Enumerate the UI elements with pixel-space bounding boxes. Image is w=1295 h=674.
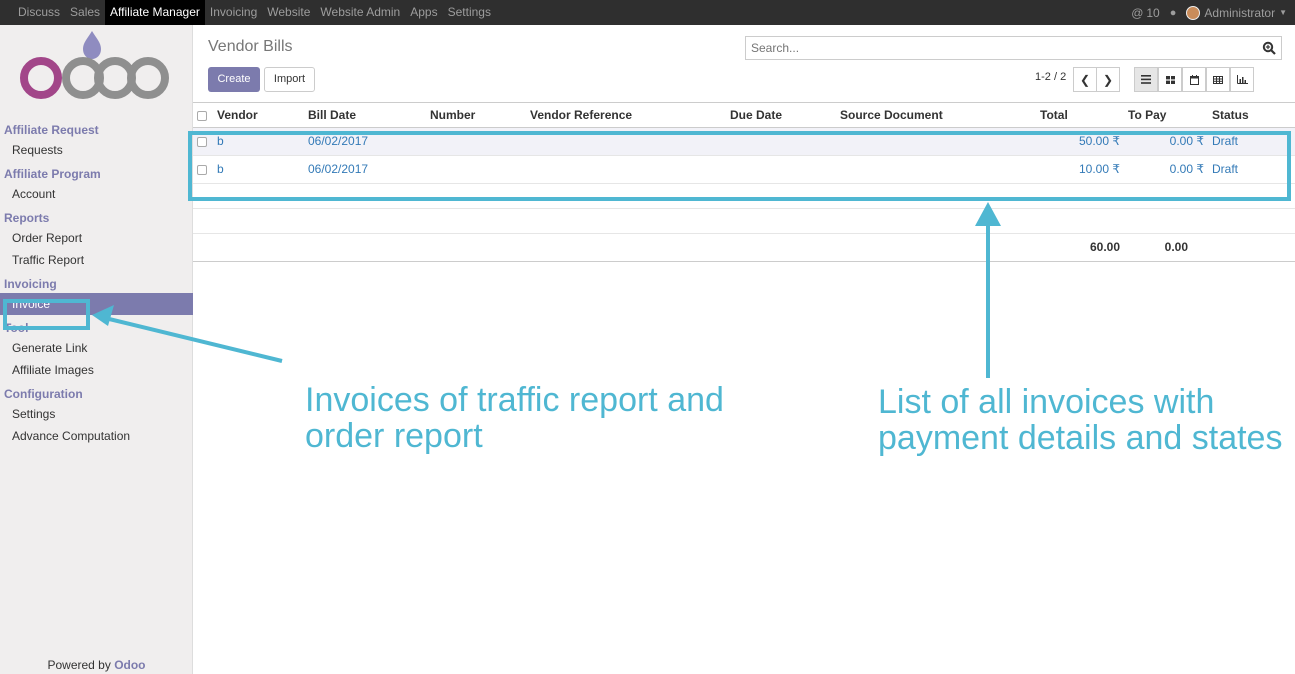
column-header-number[interactable]: Number: [426, 103, 526, 128]
activity-notifications[interactable]: @ 10: [1131, 6, 1160, 20]
menu-invoicing[interactable]: Invoicing: [205, 0, 262, 25]
kanban-view-button[interactable]: [1158, 67, 1182, 92]
column-header-to-pay[interactable]: To Pay: [1124, 103, 1208, 128]
sidebar-item-settings[interactable]: Settings: [0, 403, 193, 425]
search-icon[interactable]: [1262, 41, 1276, 55]
annotation-invoices-line2: order report: [305, 417, 483, 455]
sum-to-pay: 0.00: [1124, 233, 1208, 262]
section-invoicing: Invoicing: [4, 277, 57, 291]
column-header-vendor[interactable]: Vendor: [213, 103, 304, 128]
list-icon: [1141, 75, 1151, 84]
annotation-invoices-line1: Invoices of traffic report and: [305, 381, 724, 419]
section-affiliate-request: Affiliate Request: [4, 123, 99, 137]
column-header-total[interactable]: Total: [1036, 103, 1124, 128]
search-input[interactable]: [746, 37, 1246, 59]
annotation-list-note: List of all invoices with payment detail…: [878, 384, 1282, 456]
graph-view-button[interactable]: [1230, 67, 1254, 92]
column-header-bill-date[interactable]: Bill Date: [304, 103, 426, 128]
calendar-view-button[interactable]: [1182, 67, 1206, 92]
at-icon: @: [1131, 5, 1144, 20]
invoice-highlight-box: [3, 299, 90, 330]
sidebar-item-generate-link[interactable]: Generate Link: [0, 337, 193, 359]
column-header-vendor-reference[interactable]: Vendor Reference: [526, 103, 726, 128]
chevron-right-icon: ❯: [1102, 72, 1114, 87]
empty-row: [193, 208, 1295, 234]
annotation-list-line1: List of all invoices with: [878, 383, 1215, 421]
select-all-checkbox[interactable]: [197, 110, 207, 121]
menu-website[interactable]: Website: [262, 0, 315, 25]
pivot-view-button[interactable]: [1206, 67, 1230, 92]
table-header-row: Vendor Bill Date Number Vendor Reference…: [193, 103, 1295, 128]
menu-settings[interactable]: Settings: [443, 0, 496, 25]
powered-by-link[interactable]: Odoo: [114, 658, 145, 672]
table-icon: [1213, 75, 1223, 84]
chevron-left-icon: ❮: [1079, 72, 1091, 87]
caret-down-icon: ▼: [1279, 8, 1287, 17]
top-navbar: Discuss Sales Affiliate Manager Invoicin…: [0, 0, 1295, 25]
totals-row: 60.00 0.00: [193, 233, 1295, 262]
main-menu: Discuss Sales Affiliate Manager Invoicin…: [0, 0, 496, 25]
menu-apps[interactable]: Apps: [405, 0, 442, 25]
sidebar-item-order-report[interactable]: Order Report: [0, 227, 193, 249]
menu-discuss[interactable]: Discuss: [0, 0, 65, 25]
section-reports: Reports: [4, 211, 50, 225]
avatar: [1186, 5, 1201, 20]
notification-count: 10: [1146, 5, 1160, 20]
chat-icon[interactable]: ●: [1170, 7, 1177, 19]
section-affiliate-program: Affiliate Program: [4, 167, 101, 181]
sum-total: 60.00: [1036, 233, 1124, 262]
create-button[interactable]: Create: [208, 67, 260, 92]
select-all-cell: [193, 103, 213, 128]
pager-value[interactable]: 1-2 / 2: [1035, 71, 1066, 83]
totals-spacer: [193, 233, 1036, 262]
annotation-list-line2: payment details and states: [878, 419, 1283, 457]
user-menu[interactable]: Administrator ▼: [1186, 5, 1287, 20]
pager-next-button[interactable]: ❯: [1096, 67, 1120, 92]
section-configuration: Configuration: [4, 387, 83, 401]
calendar-icon: [1189, 74, 1199, 85]
list-view-button[interactable]: [1134, 67, 1158, 92]
odoo-logo: [20, 31, 169, 99]
column-header-due-date[interactable]: Due Date: [726, 103, 836, 128]
empty-cell: [193, 208, 1295, 234]
page-title: Vendor Bills: [208, 38, 293, 55]
sidebar-item-account[interactable]: Account: [0, 183, 193, 205]
menu-sales[interactable]: Sales: [65, 0, 105, 25]
powered-by: Powered by Odoo: [0, 658, 193, 672]
sidebar-item-advance-computation[interactable]: Advance Computation: [0, 425, 193, 447]
control-panel: Vendor Bills Create Import 1-2 / 2 ❮ ❯: [193, 25, 1295, 103]
sidebar-item-traffic-report[interactable]: Traffic Report: [0, 249, 193, 271]
column-header-status[interactable]: Status: [1208, 103, 1295, 128]
systray: @ 10 ● Administrator ▼: [1131, 0, 1287, 25]
column-header-source-document[interactable]: Source Document: [836, 103, 1036, 128]
user-name: Administrator: [1204, 5, 1276, 20]
import-button[interactable]: Import: [264, 67, 315, 92]
sidebar: Affiliate Request Requests Affiliate Pro…: [0, 25, 193, 674]
main-content: Vendor Bills Create Import 1-2 / 2 ❮ ❯: [193, 25, 1295, 674]
search-box: [745, 36, 1282, 60]
kanban-icon: [1165, 75, 1175, 84]
table-highlight-box: [188, 131, 1291, 201]
pager-previous-button[interactable]: ❮: [1073, 67, 1097, 92]
menu-website-admin[interactable]: Website Admin: [315, 0, 405, 25]
sidebar-item-requests[interactable]: Requests: [0, 139, 193, 161]
annotation-invoices-note: Invoices of traffic report and order rep…: [305, 382, 724, 454]
bar-chart-icon: [1236, 75, 1248, 84]
powered-by-text: Powered by: [47, 658, 111, 672]
sidebar-item-affiliate-images[interactable]: Affiliate Images: [0, 359, 193, 381]
menu-affiliate-manager[interactable]: Affiliate Manager: [105, 0, 205, 25]
totals-status-spacer: [1208, 233, 1295, 262]
